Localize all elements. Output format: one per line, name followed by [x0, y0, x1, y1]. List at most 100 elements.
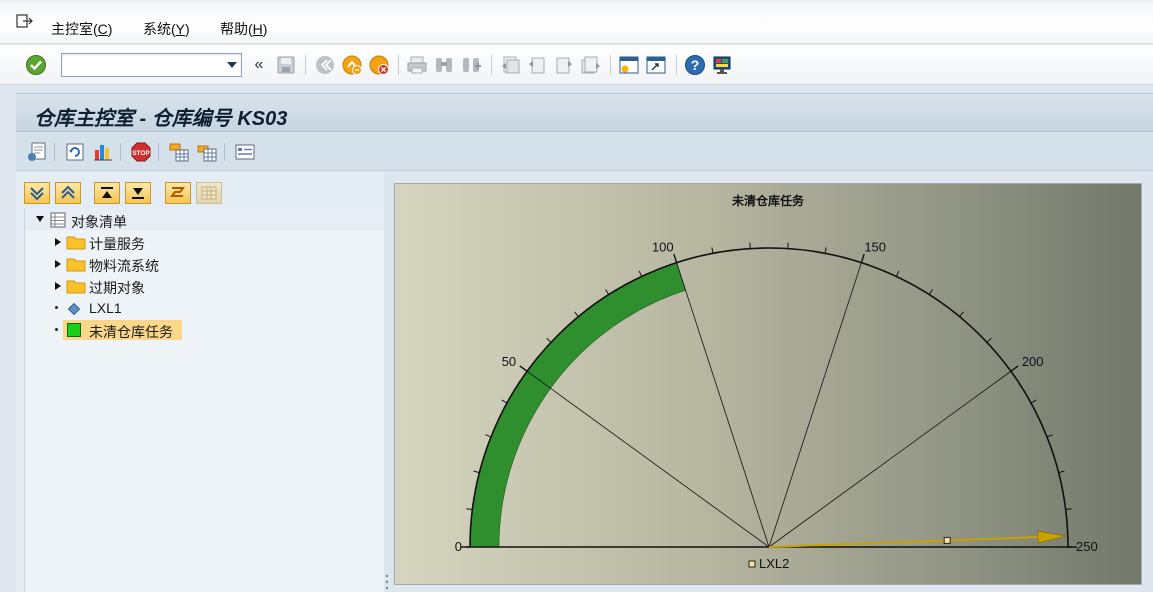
layout-icon[interactable]: [711, 54, 733, 76]
refresh-icon[interactable]: [64, 141, 86, 163]
last-page-icon[interactable]: [580, 54, 602, 76]
menu-exit-icon[interactable]: [16, 14, 34, 28]
tree-item-expired-objects[interactable]: 过期对象: [25, 275, 384, 297]
tree-item-material-flow[interactable]: 物料流系统: [25, 253, 384, 275]
gauge-major-tick: [519, 365, 528, 372]
gauge-minor-tick: [501, 399, 508, 404]
object-info-icon[interactable]: [26, 141, 48, 163]
object-tree: 对象清单 计量服务 物料流系统 过期对象 LXL1 未清仓库任务: [24, 208, 384, 592]
gauge-tick-label: 250: [1076, 539, 1098, 554]
tree-item-lxl1[interactable]: LXL1: [25, 297, 384, 319]
gauge-minor-tick: [574, 311, 579, 317]
filter-icon[interactable]: [168, 141, 190, 163]
command-input[interactable]: [66, 55, 221, 75]
chevron-right-icon[interactable]: [55, 260, 61, 268]
page-title: 仓库主控室 - 仓库编号 KS03: [34, 108, 288, 130]
tree-item-metering-service[interactable]: 计量服务: [25, 231, 384, 253]
collapse-all-icon[interactable]: [55, 182, 81, 204]
enter-icon[interactable]: [25, 54, 47, 76]
right-edge-strip: [1142, 172, 1153, 592]
shortcut-icon[interactable]: [645, 54, 667, 76]
top-icon[interactable]: [94, 182, 120, 204]
tree-pane: 对象清单 计量服务 物料流系统 过期对象 LXL1 未清仓库任务: [16, 172, 384, 592]
legend-label: LXL2: [759, 556, 789, 571]
menu-system[interactable]: 系统(Y): [143, 19, 190, 39]
bullet-icon: [55, 328, 58, 331]
gauge-major-tick: [673, 253, 678, 263]
expand-all-icon[interactable]: [24, 182, 50, 204]
command-field[interactable]: [61, 53, 242, 77]
folder-icon: [66, 234, 86, 253]
gauge-minor-tick: [824, 247, 827, 254]
chevron-right-icon[interactable]: [55, 238, 61, 246]
settings-icon[interactable]: [196, 141, 218, 163]
menu-bar: 主控室(C) 系统(Y) 帮助(H): [0, 0, 1153, 44]
create-session-icon[interactable]: [618, 54, 640, 76]
chart-icon[interactable]: [92, 141, 114, 163]
tree-item-label: 计量服务: [89, 236, 145, 252]
gauge-radial-line: [526, 370, 770, 548]
gauge-tick-label: 100: [652, 239, 674, 254]
pane-splitter[interactable]: [384, 172, 394, 592]
tree-item-object-list[interactable]: 对象清单: [25, 209, 384, 231]
gauge-tick-label: 0: [455, 539, 462, 554]
stop-icon[interactable]: STOP: [130, 141, 152, 163]
exit-icon[interactable]: [341, 54, 363, 76]
chevron-down-icon[interactable]: [36, 216, 44, 222]
tree-item-label: 对象清单: [71, 214, 127, 230]
application-toolbar: STOP: [16, 133, 1153, 171]
menu-main-control[interactable]: 主控室(C): [51, 19, 112, 39]
gauge-radial-line: [768, 370, 1012, 548]
gauge-minor-tick: [986, 337, 992, 343]
tree-item-label: 物料流系统: [89, 258, 159, 274]
next-page-icon[interactable]: [553, 54, 575, 76]
find-next-icon[interactable]: [460, 54, 482, 76]
bottom-icon[interactable]: [125, 182, 151, 204]
list-icon[interactable]: [234, 141, 256, 163]
gauge-needle-head: [1037, 530, 1067, 544]
gauge-range-band: [469, 262, 686, 548]
help-icon[interactable]: ?: [684, 54, 706, 76]
save-icon[interactable]: [275, 54, 297, 76]
svg-text:?: ?: [691, 57, 700, 73]
tree-item-label: 未清仓库任务: [89, 324, 173, 340]
gauge-minor-tick: [1058, 470, 1065, 474]
gauge-needle: [768, 536, 1039, 548]
standard-toolbar: « ?: [0, 45, 1153, 85]
gauge-chart: 未清仓库任务 0 50 100 150 200 250 LXL2: [394, 183, 1142, 585]
gauge-minor-tick: [895, 270, 900, 277]
gauge-minor-tick: [638, 270, 643, 277]
green-square-icon: [67, 323, 81, 340]
chevron-down-icon[interactable]: [227, 62, 237, 68]
menu-help[interactable]: 帮助(H): [220, 19, 267, 39]
gauge-radial-line: [676, 262, 770, 548]
chevron-right-icon[interactable]: [55, 282, 61, 290]
first-page-icon[interactable]: [499, 54, 521, 76]
tree-item-label: LXL1: [89, 300, 122, 316]
gauge-tick-label: 50: [502, 354, 516, 369]
tree-item-open-warehouse-tasks[interactable]: 未清仓库任务: [25, 319, 384, 341]
gauge-minor-tick: [546, 337, 552, 343]
back-icon[interactable]: [314, 54, 336, 76]
gauge-tick-label: 200: [1022, 354, 1044, 369]
cancel-icon[interactable]: [368, 54, 390, 76]
gauge-major-tick: [1010, 365, 1019, 372]
gauge-needle-marker: [943, 536, 951, 544]
grid-icon[interactable]: [196, 182, 222, 204]
gauge-minor-tick: [928, 289, 933, 295]
legend-marker-icon: [748, 560, 756, 568]
find-icon[interactable]: [433, 54, 455, 76]
previous-page-icon[interactable]: [526, 54, 548, 76]
svg-text:STOP: STOP: [132, 150, 150, 157]
folder-icon: [66, 278, 86, 297]
hierarchy-icon[interactable]: [165, 182, 191, 204]
print-icon[interactable]: [406, 54, 428, 76]
gauge-minor-tick: [485, 434, 492, 438]
splitter-grip-icon[interactable]: [384, 573, 390, 591]
collapse-icon[interactable]: «: [248, 54, 270, 76]
gauge-minor-tick: [1046, 434, 1053, 438]
tree-item-label: 过期对象: [89, 280, 145, 296]
folder-icon: [66, 256, 86, 275]
title-bar: 仓库主控室 - 仓库编号 KS03: [16, 93, 1153, 132]
gauge-major-tick: [860, 253, 865, 263]
